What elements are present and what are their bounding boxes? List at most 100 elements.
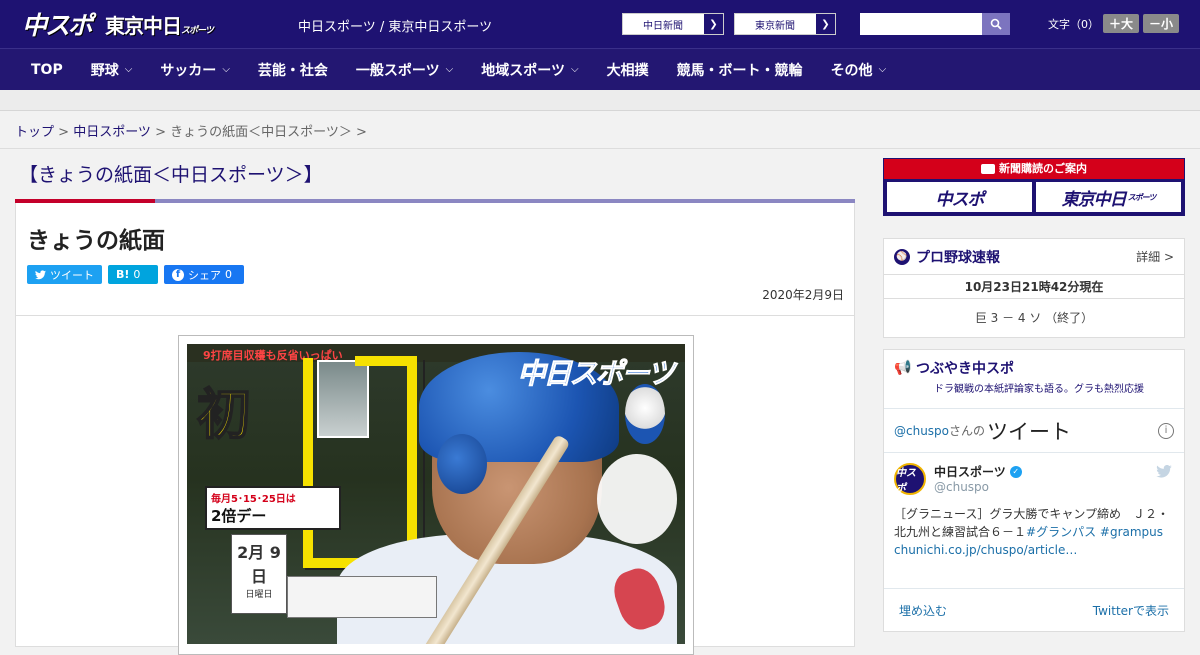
breadcrumb: トップ > 中日スポーツ > きょうの紙面＜中日スポーツ＞ >	[0, 111, 1200, 149]
subscribe-chuspo-button[interactable]: 中スポ	[887, 182, 1032, 212]
facebook-icon: f	[172, 268, 184, 281]
hashtag-link[interactable]: #grampus	[1100, 525, 1163, 539]
twitter-embed-footer: 埋め込む Twitterで表示	[884, 588, 1184, 632]
breadcrumb-current: きょうの紙面＜中日スポーツ＞ >	[170, 125, 367, 140]
ext-link-label: 東京新聞	[755, 20, 795, 32]
breadcrumb-separator: >	[150, 125, 171, 140]
chevron-down-icon: ⌵	[124, 64, 133, 75]
tweet-user-handle[interactable]: @chuspo	[934, 480, 1022, 494]
subscribe-tokyo-chunichi-button[interactable]: 東京中日 スポーツ	[1036, 182, 1181, 212]
front-page-area: 9打席目収穫も反省いっぱい 初 中日スポーツ 毎月5･15･25日は 2倍デー …	[16, 316, 854, 655]
paper-promo-box: 毎月5･15･25日は 2倍デー	[205, 486, 341, 530]
main-column: 【きょうの紙面＜中日スポーツ＞】 きょうの紙面 ツイート B! 0 f シェア …	[15, 150, 855, 655]
twitter-widget-card: 📢 つぶやき中スポ ドラ観戦の本紙評論家も語る。グラも熱烈応援 @chuspoさ…	[883, 349, 1185, 632]
nav-item-top[interactable]: TOP	[31, 62, 63, 78]
nav-item-baseball[interactable]: 野球 ⌵	[91, 60, 133, 80]
chunichi-shimbun-link[interactable]: 中日新聞 ❯	[622, 13, 724, 35]
facebook-share-button[interactable]: f シェア 0	[164, 265, 244, 284]
subscription-title: 新聞購読のご案内	[884, 159, 1184, 179]
baseball-scores-card: ⚾ プロ野球速報 詳細 > 10月23日21時42分現在 巨 3 － 4 ソ （…	[883, 238, 1185, 338]
chevron-down-icon: ⌵	[222, 64, 230, 75]
facebook-count: 0	[225, 268, 232, 281]
tweet-text: ［グラニュース］グラ大勝でキャンプ締め Ｊ２・北九州と練習試合６－１#グランパス…	[894, 507, 1170, 557]
nav-item-soccer[interactable]: サッカー ⌵	[160, 60, 230, 80]
share-buttons: ツイート B! 0 f シェア 0	[27, 265, 843, 284]
facebook-share-label: シェア	[188, 268, 221, 282]
paper-promo-line1: 毎月5･15･25日は	[211, 494, 296, 505]
breadcrumb-top[interactable]: トップ	[15, 125, 54, 140]
tweet-share-label: ツイート	[50, 268, 94, 282]
baseball-update-time: 10月23日21時42分現在	[884, 275, 1184, 299]
baseball-detail-link[interactable]: 詳細 >	[1136, 248, 1174, 265]
paper-headline-stroke	[355, 356, 417, 556]
logo-tokyo-chunichi[interactable]: 東京中日スポーツ	[105, 10, 214, 39]
top-header: 中スポ 東京中日スポーツ 中日スポーツ / 東京中日スポーツ 中日新聞 ❯ 東京…	[0, 0, 1200, 48]
article-date: 2020年2月9日	[762, 288, 844, 302]
paper-date-weekday: 日曜日	[245, 590, 273, 600]
baseball-card-title: プロ野球速報	[916, 249, 1000, 266]
font-size-control: 文字（0） ＋大 －小	[1048, 14, 1180, 33]
search-input[interactable]	[860, 13, 982, 35]
site-logo[interactable]: 中スポ 東京中日スポーツ	[22, 6, 214, 42]
logo-chuspo[interactable]: 中スポ	[22, 6, 93, 42]
main-nav: TOP 野球 ⌵ サッカー ⌵ 芸能・社会 一般スポーツ ⌵ 地域スポーツ ⌵ 大相撲 …	[0, 48, 1200, 90]
baseball-icon: ⚾	[894, 248, 910, 265]
twitter-account-link[interactable]: @chuspoさんの	[894, 422, 985, 439]
verified-badge-icon: ✓	[1009, 465, 1022, 478]
twitter-bird-icon[interactable]	[1156, 464, 1172, 482]
article: きょうの紙面 ツイート B! 0 f シェア 0 2020年2月9日 9打席目収…	[15, 203, 855, 655]
avatar[interactable]: 中スポ	[894, 463, 926, 495]
paper-promo-line2: 2倍デー	[211, 507, 267, 525]
site-title-link[interactable]: 中日スポーツ / 東京中日スポーツ	[298, 16, 492, 35]
nav-item-other[interactable]: その他 ⌵	[831, 60, 887, 80]
nav-item-local-sports[interactable]: 地域スポーツ ⌵	[481, 60, 578, 80]
chevron-right-icon: ❯	[703, 14, 723, 34]
paper-stats-table	[287, 576, 437, 618]
view-on-twitter-link[interactable]: Twitterで表示	[1093, 602, 1169, 619]
embed-link[interactable]: 埋め込む	[899, 602, 947, 619]
paper-headline-kanji: 初	[196, 381, 252, 447]
front-page-image: 9打席目収穫も反省いっぱい 初 中日スポーツ 毎月5･15･25日は 2倍デー …	[187, 344, 685, 644]
tokyo-shimbun-link[interactable]: 東京新聞 ❯	[734, 13, 836, 35]
nav-item-entertainment[interactable]: 芸能・社会	[258, 60, 328, 80]
twitter-widget-header: 📢 つぶやき中スポ ドラ観戦の本紙評論家も語る。グラも熱烈応援	[884, 350, 1184, 401]
tweet-user-name[interactable]: 中日スポーツ ✓	[934, 463, 1022, 480]
nav-item-general-sports[interactable]: 一般スポーツ ⌵	[356, 60, 453, 80]
twitter-widget-subtitle: ドラ観戦の本紙評論家も語る。グラも熱烈応援	[934, 384, 1144, 395]
paper-mascot	[625, 384, 665, 444]
paper-helmet-ear	[437, 434, 487, 494]
search-button[interactable]	[982, 13, 1010, 35]
chevron-down-icon: ⌵	[570, 64, 579, 75]
article-title: きょうの紙面	[27, 228, 165, 254]
subscription-buttons: 中スポ 東京中日 スポーツ	[884, 179, 1184, 215]
article-header: きょうの紙面 ツイート B! 0 f シェア 0 2020年2月9日	[16, 203, 854, 316]
hatena-icon: B!	[116, 268, 130, 281]
tweet-share-button[interactable]: ツイート	[27, 265, 102, 284]
nav-item-racing[interactable]: 競馬・ボート・競輪	[677, 60, 803, 80]
twitter-embed: @chuspoさんの ツイート i 中スポ 中日スポーツ ✓ @chuspo ［グ…	[884, 408, 1184, 632]
front-page-image-frame[interactable]: 9打席目収穫も反省いっぱい 初 中日スポーツ 毎月5･15･25日は 2倍デー …	[178, 335, 694, 655]
sidebar: 新聞購読のご案内 中スポ 東京中日 スポーツ ⚾ プロ野球速報 詳細 > 10月2…	[883, 158, 1185, 632]
twitter-bird-icon	[35, 269, 46, 279]
baseball-card-header: ⚾ プロ野球速報 詳細 >	[884, 239, 1184, 275]
paper-text-column	[597, 454, 677, 544]
page-heading: 【きょうの紙面＜中日スポーツ＞】	[19, 164, 323, 186]
hashtag-link[interactable]: #グランパス	[1026, 525, 1096, 539]
info-icon[interactable]: i	[1158, 422, 1174, 439]
twitter-embed-header: @chuspoさんの ツイート i	[884, 409, 1184, 453]
font-size-decrease-button[interactable]: －小	[1143, 14, 1180, 33]
hatena-bookmark-button[interactable]: B! 0	[108, 265, 158, 284]
tweet-item[interactable]: 中スポ 中日スポーツ ✓ @chuspo ［グラニュース］グラ大勝でキャンプ締め …	[884, 453, 1184, 569]
chevron-right-icon: ❯	[815, 14, 835, 34]
baseball-score-row[interactable]: 巨 3 － 4 ソ （終了）	[884, 299, 1184, 337]
breadcrumb-separator: >	[54, 125, 74, 140]
ad-spacer	[0, 90, 1200, 111]
newspaper-icon	[981, 164, 995, 174]
nav-item-sumo[interactable]: 大相撲	[607, 60, 649, 80]
breadcrumb-section[interactable]: 中日スポーツ	[73, 125, 151, 140]
search-icon	[990, 18, 1002, 30]
tweet-article-link[interactable]: chunichi.co.jp/chuspo/article…	[894, 543, 1077, 557]
font-size-increase-button[interactable]: ＋大	[1103, 14, 1140, 33]
hatena-count: 0	[133, 268, 141, 281]
paper-date-box: 2月 9日 日曜日	[231, 534, 287, 614]
